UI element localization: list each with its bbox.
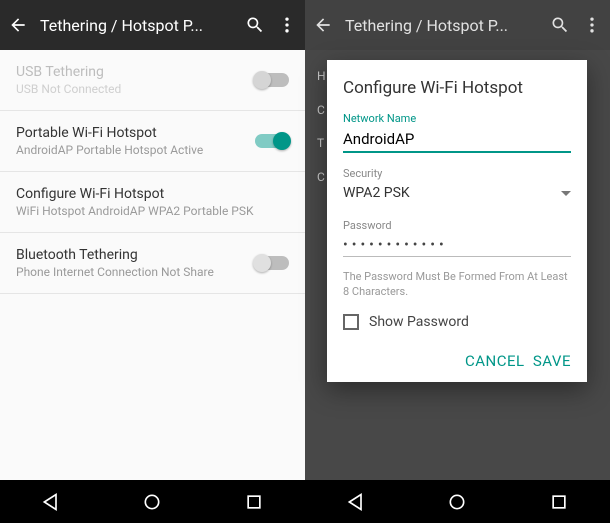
settings-list: USB Tethering USB Not Connected Portable… (0, 50, 305, 480)
row-usb-tethering: USB Tethering USB Not Connected (0, 50, 305, 111)
search-icon[interactable] (245, 15, 265, 35)
password-input[interactable]: •••••••••••• (343, 232, 571, 257)
save-button[interactable]: SAVE (533, 352, 571, 370)
row-subtitle: WiFi Hotspot AndroidAP WPA2 Portable PSK (16, 204, 289, 218)
row-title: Configure Wi-Fi Hotspot (16, 186, 289, 202)
configure-hotspot-dialog: Configure Wi-Fi Hotspot Network Name Sec… (327, 60, 587, 382)
nav-back-icon[interactable] (41, 492, 61, 512)
chevron-down-icon (561, 191, 571, 196)
cancel-button[interactable]: CANCEL (465, 352, 525, 370)
back-icon[interactable] (313, 15, 333, 35)
toolbar-right: Tethering / Hotspot P... (305, 0, 610, 50)
password-label: Password (343, 219, 571, 232)
toolbar-title: Tethering / Hotspot P... (40, 16, 233, 35)
nav-home-icon[interactable] (447, 492, 467, 512)
toolbar-title: Tethering / Hotspot P... (345, 16, 538, 35)
toolbar-left: Tethering / Hotspot P... (0, 0, 305, 50)
security-select[interactable]: WPA2 PSK (343, 180, 571, 205)
search-icon[interactable] (550, 15, 570, 35)
nav-home-icon[interactable] (142, 492, 162, 512)
row-title: Portable Wi-Fi Hotspot (16, 125, 255, 141)
row-subtitle: Phone Internet Connection Not Share (16, 265, 255, 279)
network-name-input[interactable] (343, 125, 571, 153)
network-name-label: Network Name (343, 112, 571, 125)
nav-back-icon[interactable] (346, 492, 366, 512)
row-configure-hotspot[interactable]: Configure Wi-Fi Hotspot WiFi Hotspot And… (0, 172, 305, 233)
show-password-label: Show Password (369, 314, 469, 330)
row-title: USB Tethering (16, 64, 255, 80)
password-helper: The Password Must Be Formed From At Leas… (343, 269, 571, 300)
security-value: WPA2 PSK (343, 185, 410, 201)
nav-recent-icon[interactable] (244, 492, 264, 512)
bluetooth-tethering-switch[interactable] (255, 256, 289, 270)
show-password-checkbox[interactable] (343, 314, 359, 330)
security-label: Security (343, 167, 571, 180)
row-subtitle: AndroidAP Portable Hotspot Active (16, 143, 255, 157)
usb-tethering-switch (255, 73, 289, 87)
overflow-icon[interactable] (277, 15, 297, 35)
row-portable-hotspot[interactable]: Portable Wi-Fi Hotspot AndroidAP Portabl… (0, 111, 305, 172)
show-password-row[interactable]: Show Password (343, 314, 571, 330)
row-subtitle: USB Not Connected (16, 82, 255, 96)
overflow-icon[interactable] (582, 15, 602, 35)
dialog-title: Configure Wi-Fi Hotspot (343, 78, 571, 98)
nav-recent-icon[interactable] (549, 492, 569, 512)
navbar (0, 480, 305, 523)
portable-hotspot-switch[interactable] (255, 134, 289, 148)
row-title: Bluetooth Tethering (16, 247, 255, 263)
row-bluetooth-tethering[interactable]: Bluetooth Tethering Phone Internet Conne… (0, 233, 305, 294)
back-icon[interactable] (8, 15, 28, 35)
navbar (305, 480, 610, 523)
